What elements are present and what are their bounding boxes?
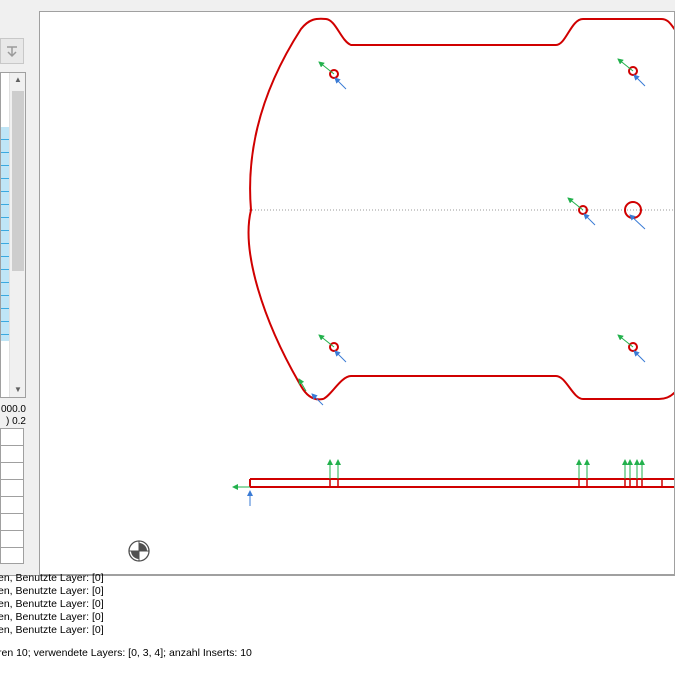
log-line: en, Benutzte Layer: [0] [0,624,104,636]
side-view-arrows [232,459,645,506]
layer-list[interactable]: ▲ ▼ [0,72,26,398]
log-line: en, Benutzte Layer: [0] [0,585,104,597]
part-outline-side-view[interactable] [249,478,675,488]
value-bottom: ) 0.2 [5,416,26,427]
direction-arrows [298,58,646,406]
property-grid[interactable] [0,428,24,564]
download-button[interactable] [0,38,24,64]
log-line: en, Benutzte Layer: [0] [0,572,104,584]
log-line: ren 10; verwendete Layers: [0, 3, 4]; an… [0,647,252,659]
download-icon [7,46,17,58]
scroll-thumb[interactable] [12,91,24,271]
scroll-up-icon[interactable]: ▲ [13,75,23,85]
scroll-down-icon[interactable]: ▼ [13,385,23,395]
drawing-svg[interactable] [40,12,675,575]
value-top: 000.0 [0,404,26,415]
left-panel: ▲ ▼ 000.0 ) 0.2 [0,0,34,575]
log-line: en, Benutzte Layer: [0] [0,611,104,623]
log-line: en, Benutzte Layer: [0] [0,598,104,610]
message-log[interactable]: en, Benutzte Layer: [0] en, Benutzte Lay… [0,572,675,675]
part-outline-top-view[interactable] [247,17,675,401]
drawing-canvas[interactable] [39,11,675,575]
layer-list-scrollbar[interactable]: ▲ ▼ [9,73,25,397]
origin-marker-icon [128,540,150,562]
